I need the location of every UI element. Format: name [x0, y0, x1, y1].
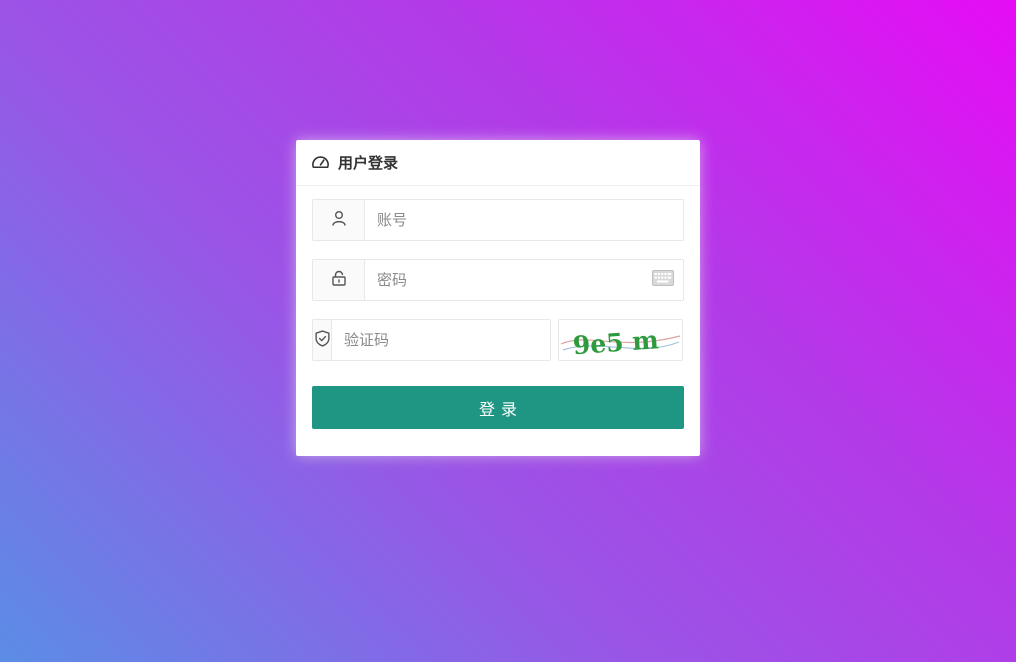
- username-row: [312, 199, 684, 241]
- captcha-row: [312, 319, 551, 361]
- login-title: 用户登录: [338, 154, 399, 172]
- dashboard-icon: [311, 153, 331, 173]
- keyboard-icon: [652, 270, 674, 290]
- password-row: [312, 259, 684, 301]
- user-icon: [331, 210, 347, 230]
- captcha-image[interactable]: 9e5 m: [558, 319, 683, 361]
- login-card: 用户登录 账号 验证码 9e5 m 登录: [296, 140, 700, 456]
- username-prefix: [313, 200, 365, 240]
- shield-icon: [314, 329, 331, 351]
- password-input[interactable]: [365, 260, 643, 300]
- password-prefix: [313, 260, 365, 300]
- login-button[interactable]: 登录: [312, 386, 684, 429]
- login-card-header: 用户登录: [296, 140, 700, 186]
- captcha-prefix: [313, 320, 332, 360]
- captcha-text: 9e5 m: [572, 325, 660, 360]
- lock-icon: [331, 270, 347, 290]
- captcha-input[interactable]: [332, 320, 550, 360]
- username-input[interactable]: [365, 200, 683, 240]
- keyboard-toggle[interactable]: [643, 260, 683, 300]
